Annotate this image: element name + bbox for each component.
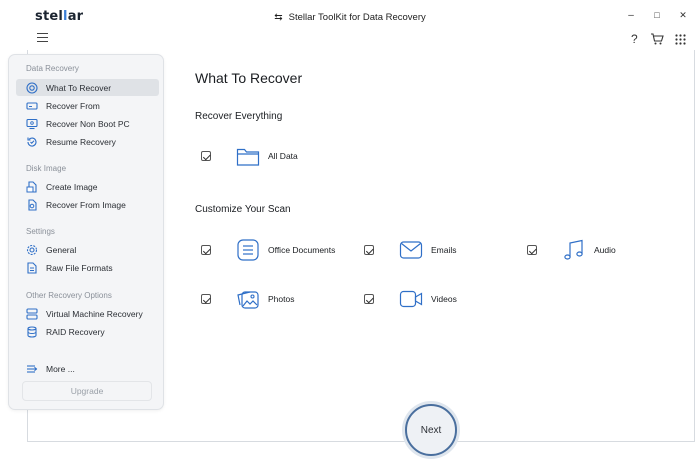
photos-icon <box>236 287 260 311</box>
option-photos[interactable]: Photos <box>201 287 294 311</box>
file-formats-icon <box>25 261 38 274</box>
option-emails[interactable]: Emails <box>364 238 457 262</box>
all-data-checkbox[interactable] <box>201 151 211 161</box>
music-icon <box>562 238 586 262</box>
all-data-label: All Data <box>268 151 298 161</box>
video-icon <box>399 287 423 311</box>
section-title-settings: Settings <box>26 227 55 236</box>
next-button[interactable]: Next <box>405 404 457 456</box>
sidebar: Data Recovery What To Recover Recover Fr… <box>8 54 164 410</box>
close-button[interactable]: ✕ <box>676 10 690 21</box>
recover-image-icon <box>25 198 38 211</box>
office-documents-label: Office Documents <box>268 245 336 255</box>
section-title-disk-image: Disk Image <box>26 164 67 173</box>
sidebar-item-label: Create Image <box>46 181 98 192</box>
page-title: What To Recover <box>195 70 303 86</box>
raid-icon <box>25 325 38 338</box>
emails-checkbox[interactable] <box>364 245 374 255</box>
recover-everything-heading: Recover Everything <box>195 111 283 122</box>
sidebar-item-label: Virtual Machine Recovery <box>46 308 143 319</box>
sidebar-item-label: Raw File Formats <box>46 262 113 273</box>
title-bar: stellar ⇆ Stellar ToolKit for Data Recove… <box>0 0 700 30</box>
drive-icon <box>25 99 38 112</box>
sidebar-item-label: What To Recover <box>46 82 112 93</box>
sidebar-item-create-image[interactable]: Create Image <box>16 178 159 195</box>
sidebar-item-label: Recover From Image <box>46 199 126 210</box>
folder-icon <box>236 144 260 168</box>
apps-grid-icon[interactable] <box>675 34 686 48</box>
option-audio[interactable]: Audio <box>527 238 616 262</box>
swap-icon: ⇆ <box>274 12 283 23</box>
gear-icon <box>25 243 38 256</box>
target-icon <box>25 81 38 94</box>
sidebar-item-label: Recover Non Boot PC <box>46 118 130 129</box>
document-icon <box>236 238 260 262</box>
sidebar-item-resume-recovery[interactable]: Resume Recovery <box>16 133 159 150</box>
photos-label: Photos <box>268 294 295 304</box>
create-image-icon <box>25 180 38 193</box>
sidebar-item-recover-from[interactable]: Recover From <box>16 97 159 114</box>
email-icon <box>399 238 423 262</box>
videos-checkbox[interactable] <box>364 294 374 304</box>
window-title: ⇆ Stellar ToolKit for Data Recovery <box>0 12 700 23</box>
sidebar-item-what-to-recover[interactable]: What To Recover <box>16 79 159 96</box>
sidebar-item-raid-recovery[interactable]: RAID Recovery <box>16 323 159 340</box>
more-label: More ... <box>46 363 75 374</box>
monitor-icon <box>25 117 38 130</box>
window-title-text: Stellar ToolKit for Data Recovery <box>288 12 426 23</box>
vm-icon <box>25 307 38 320</box>
cart-icon[interactable] <box>650 33 664 48</box>
photos-checkbox[interactable] <box>201 294 211 304</box>
section-title-data-recovery: Data Recovery <box>26 64 79 73</box>
sidebar-item-label: Resume Recovery <box>46 136 116 147</box>
sidebar-item-label: Recover From <box>46 100 100 111</box>
hamburger-menu-icon[interactable] <box>37 33 48 42</box>
audio-label: Audio <box>594 245 616 255</box>
toolbar: ? <box>0 30 700 50</box>
upgrade-button[interactable]: Upgrade <box>22 381 152 401</box>
sidebar-item-general[interactable]: General <box>16 241 159 258</box>
audio-checkbox[interactable] <box>527 245 537 255</box>
emails-label: Emails <box>431 245 457 255</box>
sidebar-item-virtual-machine-recovery[interactable]: Virtual Machine Recovery <box>16 305 159 322</box>
help-icon[interactable]: ? <box>631 32 638 46</box>
option-videos[interactable]: Videos <box>364 287 457 311</box>
option-office-documents[interactable]: Office Documents <box>201 238 335 262</box>
more-icon <box>25 362 38 375</box>
minimize-button[interactable]: – <box>624 10 638 21</box>
videos-label: Videos <box>431 294 457 304</box>
more-menu-item[interactable]: More ... <box>16 360 159 377</box>
sidebar-item-label: General <box>46 244 77 255</box>
sidebar-item-label: RAID Recovery <box>46 326 105 337</box>
sidebar-item-raw-file-formats[interactable]: Raw File Formats <box>16 259 159 276</box>
sidebar-item-recover-from-image[interactable]: Recover From Image <box>16 196 159 213</box>
maximize-button[interactable]: □ <box>650 10 664 20</box>
sidebar-item-recover-non-boot-pc[interactable]: Recover Non Boot PC <box>16 115 159 132</box>
office-documents-checkbox[interactable] <box>201 245 211 255</box>
option-all-data[interactable]: All Data <box>201 144 298 168</box>
customize-your-scan-heading: Customize Your Scan <box>195 204 291 215</box>
resume-icon <box>25 135 38 148</box>
section-title-other-recovery-options: Other Recovery Options <box>26 291 112 300</box>
